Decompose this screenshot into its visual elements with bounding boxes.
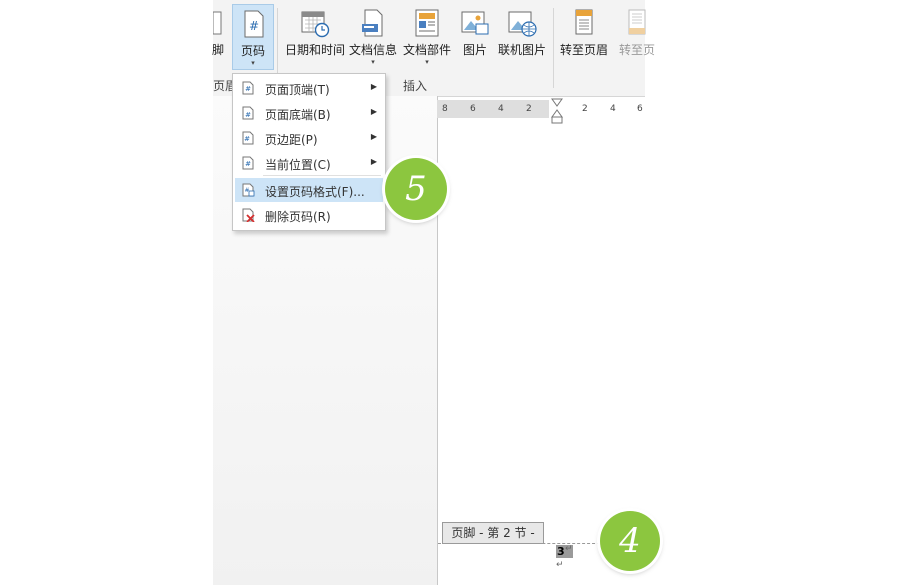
paragraph-mark: ↵	[556, 560, 564, 570]
menu-item-label: 设置页码格式(F)...	[265, 185, 365, 199]
svg-text:#: #	[244, 135, 250, 143]
group-label-insert: 插入	[403, 79, 428, 93]
goto-footer-button[interactable]: 转至页	[611, 4, 663, 70]
paragraph-mark: ↵	[565, 544, 573, 554]
format-page-number-icon: #	[242, 183, 255, 197]
menu-item-top-of-page[interactable]: # 页面顶端(T) ▶	[233, 76, 385, 100]
page-number-label: 页码	[240, 44, 265, 58]
submenu-arrow-icon: ▶	[370, 132, 377, 141]
ribbon-separator	[553, 8, 554, 88]
date-time-button[interactable]: 日期和时间	[283, 4, 347, 70]
svg-text:#: #	[245, 111, 251, 119]
indent-marker-icon[interactable]	[551, 98, 563, 126]
submenu-arrow-icon: ▶	[370, 82, 377, 91]
footer-icon	[213, 11, 222, 35]
menu-item-label: 当前位置(C)	[265, 158, 331, 172]
menu-item-format-page-numbers[interactable]: # 设置页码格式(F)...	[235, 178, 383, 202]
menu-item-current-position[interactable]: # 当前位置(C) ▶	[233, 151, 385, 175]
submenu-arrow-icon: ▶	[370, 157, 377, 166]
date-time-label: 日期和时间	[284, 43, 345, 57]
page-number-menu: # 页面顶端(T) ▶ # 页面底端(B) ▶ # 页边距(P) ▶ # 当前位…	[232, 73, 386, 231]
menu-item-label: 页面底端(B)	[265, 108, 331, 122]
footer-button-label: 脚	[211, 43, 224, 57]
horizontal-ruler[interactable]: 8 6 4 2 2 4 6	[437, 98, 645, 124]
ruler-text-area	[549, 100, 645, 118]
goto-header-icon	[575, 9, 593, 35]
online-picture-icon	[508, 11, 537, 37]
chevron-down-icon: ▾	[371, 58, 375, 66]
ruler-tick: 6	[470, 104, 476, 114]
ruler-tick: 4	[610, 104, 616, 114]
footer-button-partial[interactable]: 脚	[211, 4, 225, 70]
online-picture-button[interactable]: 联机图片	[496, 4, 548, 70]
doc-info-label: 文档信息	[348, 43, 397, 57]
menu-item-page-margins[interactable]: # 页边距(P) ▶	[233, 126, 385, 150]
footer-section-tag: 页脚 - 第 2 节 -	[442, 522, 544, 544]
menu-separator	[263, 175, 381, 176]
step-5-badge: 5	[385, 158, 447, 220]
menu-item-label: 页边距(P)	[265, 133, 318, 147]
picture-label: 图片	[462, 43, 487, 57]
ruler-tick: 6	[637, 104, 643, 114]
ruler-tick: 2	[526, 104, 532, 114]
page-number-button[interactable]: # 页码 ▾	[232, 4, 274, 70]
page-top-icon: #	[242, 81, 254, 95]
menu-item-label: 页面顶端(T)	[265, 83, 330, 97]
step-4-badge: 4	[600, 511, 660, 571]
chevron-down-icon: ▾	[251, 59, 255, 67]
page-bottom-icon: #	[242, 106, 254, 120]
picture-icon	[461, 11, 489, 35]
picture-button[interactable]: 图片	[457, 4, 493, 70]
goto-header-button[interactable]: 转至页眉	[558, 4, 610, 70]
chevron-down-icon: ▾	[425, 58, 429, 66]
menu-item-bottom-of-page[interactable]: # 页面底端(B) ▶	[233, 101, 385, 125]
page-number-icon: #	[244, 10, 264, 38]
svg-text:#: #	[245, 85, 251, 93]
menu-item-label: 删除页码(R)	[265, 210, 331, 224]
svg-text:#: #	[249, 19, 259, 33]
word-header-footer-screenshot: 脚 # 页码 ▾ 日期和时间 文档信息 ▾ 文档部件 ▾ 图片 联机图片 转至页…	[0, 0, 900, 585]
ruler-tick: 2	[582, 104, 588, 114]
goto-header-label: 转至页眉	[559, 43, 608, 57]
footer-boundary-line	[438, 543, 600, 544]
quick-parts-icon	[415, 9, 439, 37]
ruler-tick: 8	[442, 104, 448, 114]
doc-parts-button[interactable]: 文档部件 ▾	[401, 4, 453, 70]
page-margin-icon: #	[242, 131, 254, 145]
menu-item-remove-page-numbers[interactable]: 删除页码(R)	[233, 203, 385, 227]
remove-page-number-icon	[242, 208, 255, 222]
goto-footer-icon	[628, 9, 646, 35]
current-position-icon: #	[242, 156, 254, 170]
online-picture-label: 联机图片	[497, 43, 546, 57]
submenu-arrow-icon: ▶	[370, 107, 377, 116]
calendar-clock-icon	[301, 11, 330, 38]
goto-footer-label: 转至页	[618, 43, 655, 57]
doc-info-button[interactable]: 文档信息 ▾	[347, 4, 399, 70]
document-info-icon	[362, 9, 383, 37]
ruler-tick: 4	[498, 104, 504, 114]
doc-parts-label: 文档部件	[402, 43, 451, 57]
svg-text:#: #	[245, 160, 251, 168]
